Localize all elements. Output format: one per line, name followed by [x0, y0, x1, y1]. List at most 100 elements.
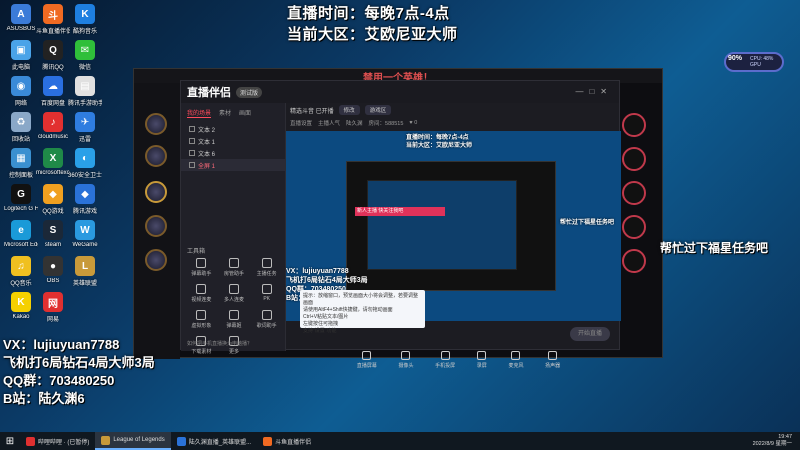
minimize-icon[interactable]: — — [575, 87, 589, 96]
source-button[interactable]: 录屏 — [477, 350, 487, 369]
scene-item[interactable]: 文本 2 — [181, 123, 285, 135]
source-button[interactable]: 直播屏幕 — [357, 350, 377, 369]
desktop-icon[interactable]: 斗斗鱼直播伴侣 — [36, 4, 70, 35]
desktop-icon-label: OBS — [46, 278, 60, 284]
scene-item[interactable]: 全屏 1 — [181, 159, 285, 171]
room-info-item: ♥ 0 — [409, 120, 418, 126]
checkbox-icon[interactable] — [189, 162, 195, 168]
taskbar-item[interactable]: 陆久渊直播_英雄联盟... — [171, 432, 257, 450]
desktop-icon[interactable]: ♫ QQ音乐 — [4, 256, 38, 287]
tooltip-line: 提示：放缩窗口，预览画面大小将会调整，若要调整画面 — [303, 293, 419, 306]
desktop-icon[interactable]: Ssteam — [36, 220, 70, 248]
desktop-icon-label: 英雄联盟 — [72, 281, 97, 287]
checkbox-icon[interactable] — [189, 150, 195, 156]
checkbox-icon[interactable] — [189, 126, 195, 132]
window-controls[interactable]: —□✕ — [575, 87, 613, 96]
tool-label: PK — [263, 296, 270, 302]
room-info-item: 陆久渊 — [346, 121, 363, 127]
cpu-monitor-widget[interactable]: 90% CPU: 48% GPU — [724, 52, 784, 72]
desktop-icon-label: QQ游戏 — [42, 209, 64, 215]
desktop-icon-label: Kakao — [12, 314, 30, 320]
tooltip-line: 左键按住可拖拽 — [303, 321, 339, 327]
desktop-icon[interactable]: A ASUSBUS — [4, 4, 38, 32]
desktop-icon[interactable]: ● OBS — [36, 256, 70, 284]
tool-button[interactable]: 弹幕助手 — [185, 258, 218, 277]
desktop-icon[interactable]: ✈ 迅雷 — [68, 112, 102, 143]
desktop-icon[interactable]: 网网易 — [36, 292, 70, 323]
tool-button[interactable]: 弹幕姬 — [218, 310, 251, 329]
source-button[interactable]: 手机投屏 — [435, 350, 455, 369]
tool-label: 房管助手 — [223, 271, 244, 277]
desktop-icon[interactable]: Q 腾讯QQ — [36, 40, 70, 71]
livebuddy-titlebar[interactable]: 直播伴侣 测试版 —□✕ — [181, 81, 619, 103]
desktop-icon[interactable]: ♪ cloudmusic — [36, 112, 70, 140]
source-icon — [440, 350, 450, 360]
source-button[interactable]: 扬声器 — [545, 350, 560, 369]
scene-tab[interactable]: 我的场景 — [187, 108, 212, 118]
close-icon[interactable]: ✕ — [600, 87, 613, 96]
desktop-icon-label: 迅雷 — [78, 137, 91, 143]
scene-tab[interactable]: 素材 — [219, 108, 231, 118]
taskbar-item[interactable]: 斗鱼直播伴侣 — [257, 432, 317, 450]
scene-item[interactable]: 文本 6 — [181, 147, 285, 159]
tool-button[interactable]: 视频连麦 — [185, 284, 218, 303]
desktop-icon[interactable]: G Logitech G HUB — [4, 184, 38, 212]
source-button[interactable]: 麦克风 — [508, 350, 523, 369]
windows-start-icon[interactable]: ⊞ — [0, 432, 20, 450]
app-icon: ✈ — [75, 112, 95, 132]
desktop-icon[interactable]: ◉ 网络 — [4, 76, 38, 107]
desktop-icon-label: 斗鱼直播伴侣 — [36, 29, 70, 35]
source-icon — [548, 350, 558, 360]
desktop-icon[interactable]: K 酷狗音乐 — [68, 4, 102, 35]
desktop-icon-label: Microsoft Edge — [4, 242, 38, 248]
taskbar-item[interactable]: 哔哩哔哩 · (已暂停) — [20, 432, 95, 450]
desktop-icon[interactable]: ◆ 腾讯游戏 — [68, 184, 102, 215]
desktop-icon[interactable]: ▦ 控制面板 — [4, 148, 38, 179]
desktop-icon[interactable]: K Kakao — [4, 292, 38, 320]
desktop-icon-label: Logitech G HUB — [4, 206, 38, 212]
tool-button[interactable]: 主播任务 — [250, 258, 283, 277]
tooltip-line: 支持"设置"功能 — [303, 328, 337, 334]
desktop-icon[interactable]: ▣ 此电脑 — [4, 40, 38, 71]
desktop-icon[interactable]: ♻ 回收站 — [4, 112, 38, 143]
tool-button[interactable]: 歌词助手 — [250, 310, 283, 329]
scene-tabs: 我的场景 素材 画面 — [181, 103, 285, 123]
room-info: 直播设置 主播人气 陆久渊 房间：588515 ♥ 0 — [286, 117, 621, 129]
desktop-icon[interactable]: ◆ QQ游戏 — [36, 184, 70, 215]
source-button[interactable]: 摄像头 — [398, 350, 413, 369]
scene-label: 全屏 1 — [198, 163, 216, 170]
source-buttons: 直播屏幕 摄像头 手机投屏 录屏 麦克风 扬声器 — [286, 346, 621, 373]
clock-date: 2022/8/9 星期一 — [752, 441, 792, 447]
maximize-icon[interactable]: □ — [589, 87, 600, 96]
checkbox-icon[interactable] — [189, 138, 195, 144]
enemy-ring — [622, 113, 646, 137]
tool-button[interactable]: 多人连麦 — [218, 284, 251, 303]
player-avatar — [145, 181, 167, 203]
room-title: 精选斗音 已开播 — [290, 108, 334, 115]
help-link[interactable]: 如何把手机直播换为电脑播？ — [187, 340, 252, 347]
edit-button[interactable]: 修改 — [338, 105, 360, 115]
tool-button[interactable]: 虚拟形象 — [185, 310, 218, 329]
tool-button[interactable]: PK — [250, 284, 283, 303]
scene-tab[interactable]: 画面 — [239, 108, 251, 118]
app-icon: L — [75, 256, 95, 276]
desktop-icon[interactable]: ☁ 百度网盘 — [36, 76, 70, 107]
tool-button[interactable]: 房管助手 — [218, 258, 251, 277]
desktop-icon[interactable]: ▤ 腾讯手游助手 — [68, 76, 102, 107]
desktop-icon[interactable]: ◐ 360安全卫士 — [68, 148, 102, 179]
desktop-icon[interactable]: W WeGame — [68, 220, 102, 248]
enemy-ring — [622, 147, 646, 171]
desktop-icon[interactable]: ✉ 微信 — [68, 40, 102, 71]
desktop-icon[interactable]: L 英雄联盟 — [68, 256, 102, 287]
start-live-button[interactable]: 开始直播 — [570, 327, 610, 341]
app-icon: ▦ — [11, 148, 31, 168]
app-icon: S — [43, 220, 63, 240]
scene-item[interactable]: 文本 1 — [181, 135, 285, 147]
desktop-icon[interactable]: Xmicrosoftexcel — [36, 148, 70, 176]
category-select[interactable]: 游戏区 — [364, 105, 392, 115]
room-topbar: 精选斗音 已开播 修改 游戏区 — [286, 103, 621, 117]
taskbar-item[interactable]: League of Legends — [95, 432, 171, 450]
system-tray-clock[interactable]: 19:47 2022/8/9 星期一 — [753, 434, 792, 448]
desktop-icon[interactable]: e Microsoft Edge — [4, 220, 38, 248]
app-icon: ◆ — [43, 184, 63, 204]
